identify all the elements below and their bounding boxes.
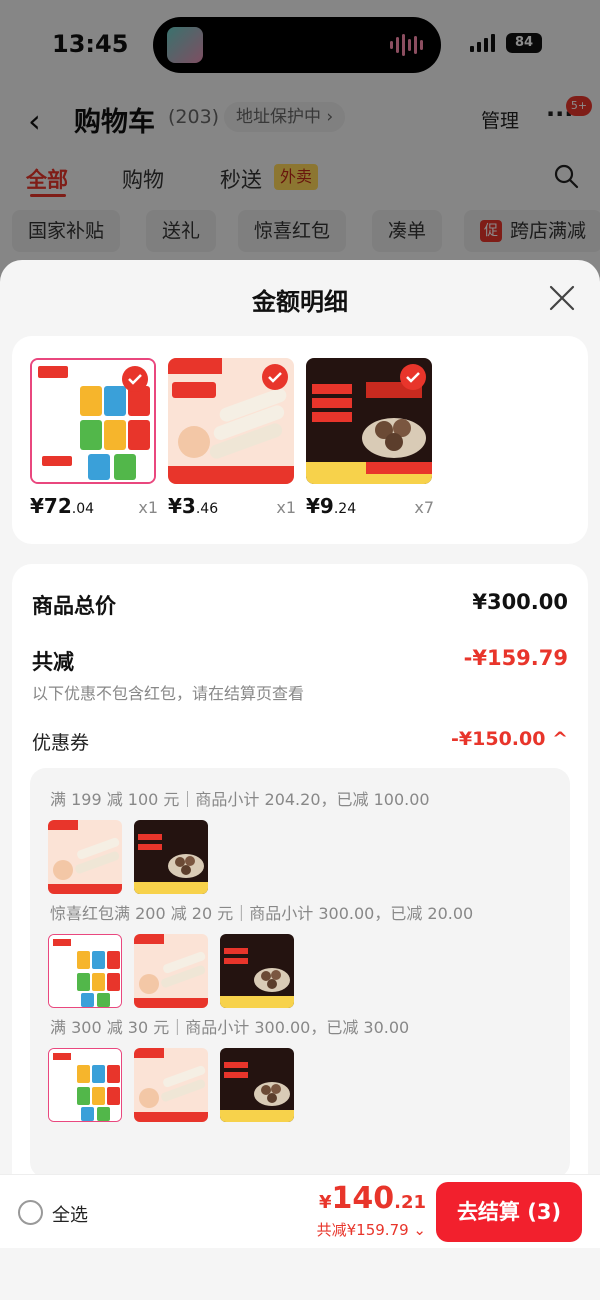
coupon-rule: 满 199 减 100 元｜商品小计 204.20，已减 100.00 bbox=[50, 790, 430, 809]
product-item[interactable]: ¥9.24 x7 bbox=[306, 358, 434, 518]
price-row: ¥72.04 x1 bbox=[30, 494, 158, 524]
product-price: ¥3.46 bbox=[168, 494, 219, 518]
product-image-sausage bbox=[168, 358, 294, 484]
thumb-nissin bbox=[48, 1048, 122, 1122]
product-item[interactable]: ¥3.46 x1 bbox=[168, 358, 296, 518]
total-amount: ¥140.21 bbox=[318, 1181, 426, 1216]
product-qty: x1 bbox=[138, 498, 158, 517]
total-price-label: 商品总价 bbox=[32, 594, 116, 618]
coupon-products bbox=[48, 820, 208, 894]
select-all-radio[interactable] bbox=[18, 1200, 43, 1225]
thumb-beefballs bbox=[220, 934, 294, 1008]
product-image-beefballs bbox=[306, 358, 432, 484]
thumb-beefballs bbox=[220, 1048, 294, 1122]
price-row: ¥3.46 x1 bbox=[168, 494, 296, 524]
checked-icon bbox=[400, 364, 426, 390]
product-image-nissin bbox=[30, 358, 156, 484]
coupon-products bbox=[48, 934, 294, 1008]
price-row: ¥9.24 x7 bbox=[306, 494, 434, 524]
select-all-label[interactable]: 全选 bbox=[52, 1201, 88, 1227]
checked-icon bbox=[262, 364, 288, 390]
thumb-sausage bbox=[134, 1048, 208, 1122]
selected-products-card: ¥72.04 x1 ¥3.46 x1 ¥9.24 x7 bbox=[12, 336, 588, 544]
thumb-sausage bbox=[134, 934, 208, 1008]
thumb-nissin bbox=[48, 934, 122, 1008]
thumb-beefballs bbox=[134, 820, 208, 894]
dim-overlay[interactable] bbox=[0, 0, 600, 300]
product-qty: x7 bbox=[414, 498, 434, 517]
checkout-button[interactable]: 去结算 (3) bbox=[436, 1182, 582, 1242]
sheet-title: 金额明细 bbox=[252, 288, 348, 316]
reduce-note: 以下优惠不包含红包，请在结算页查看 bbox=[32, 684, 305, 703]
coupon-rule: 满 300 减 30 元｜商品小计 300.00，已减 30.00 bbox=[50, 1018, 410, 1037]
total-saved-toggle[interactable]: 共减¥159.79 ⌄ bbox=[317, 1219, 426, 1240]
product-item[interactable]: ¥72.04 x1 bbox=[30, 358, 158, 518]
amount-detail-sheet: 金额明细 ¥72.04 x1 ¥3.46 x1 ¥9.24 x7 商品总价 ¥3… bbox=[0, 260, 600, 1300]
reduce-label: 共减 bbox=[32, 650, 74, 674]
reduce-value: -¥159.79 bbox=[463, 646, 568, 670]
coupon-toggle[interactable]: -¥150.00 ^ bbox=[451, 728, 568, 750]
product-price: ¥72.04 bbox=[30, 494, 95, 518]
price-detail-card: 商品总价 ¥300.00 共减 -¥159.79 以下优惠不包含红包，请在结算页… bbox=[12, 564, 588, 1204]
checkout-bar: 全选 ¥140.21 共减¥159.79 ⌄ 去结算 (3) bbox=[0, 1174, 600, 1248]
close-icon[interactable] bbox=[548, 284, 576, 312]
checked-icon bbox=[122, 366, 148, 392]
product-price: ¥9.24 bbox=[306, 494, 357, 518]
total-price-value: ¥300.00 bbox=[472, 590, 568, 614]
product-qty: x1 bbox=[276, 498, 296, 517]
coupon-products bbox=[48, 1048, 294, 1122]
thumb-sausage bbox=[48, 820, 122, 894]
coupon-rule: 惊喜红包满 200 减 20 元｜商品小计 300.00，已减 20.00 bbox=[50, 904, 474, 923]
coupon-breakdown: 满 199 减 100 元｜商品小计 204.20，已减 100.00 惊喜红包… bbox=[30, 768, 570, 1178]
coupon-label: 优惠券 bbox=[32, 732, 90, 754]
